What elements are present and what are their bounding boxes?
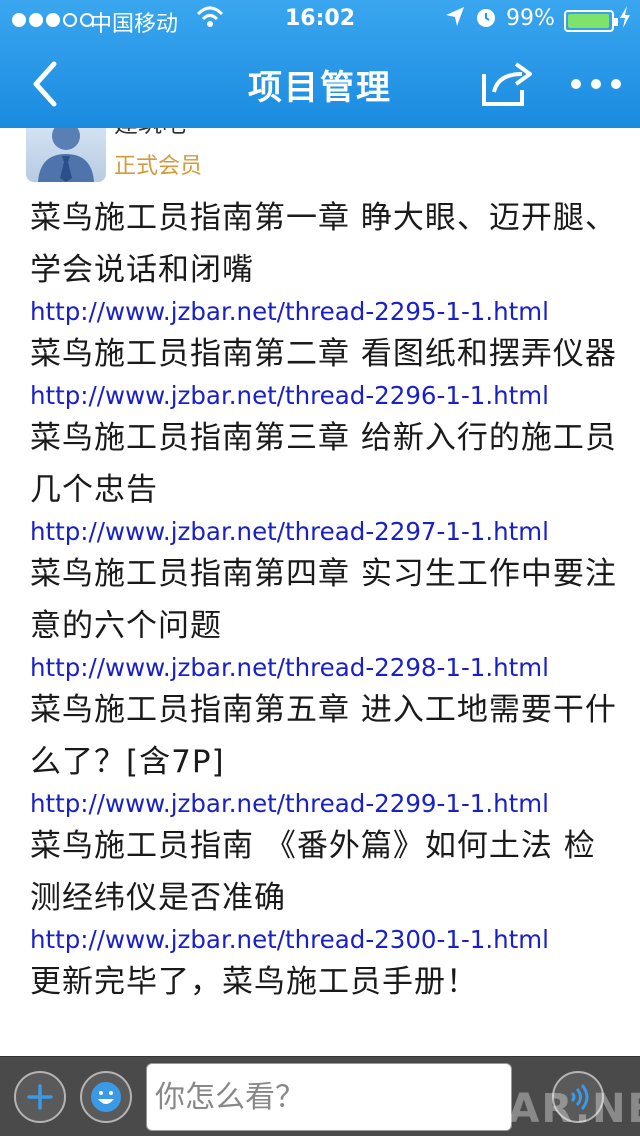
add-attachment-button[interactable]	[14, 1071, 66, 1123]
member-badge: 正式会员	[114, 154, 203, 179]
entry-title: 菜鸟施工员指南第四章 实习生工作中要注意的六个问题	[30, 556, 617, 644]
plus-icon	[27, 1084, 53, 1110]
battery-icon	[564, 10, 618, 32]
entry-link[interactable]: http://www.jzbar.net/thread-2298-1-1.htm…	[30, 652, 620, 684]
share-icon	[482, 62, 532, 106]
status-bar: 中国移动 16:02 99%	[0, 0, 640, 40]
entry-link[interactable]: http://www.jzbar.net/thread-2300-1-1.htm…	[30, 924, 620, 956]
entry-title: 菜鸟施工员指南 《番外篇》如何土法 检测经纬仪是否准确	[30, 828, 596, 916]
top-bar: 中国移动 16:02 99% 项目管理	[0, 0, 640, 128]
entry-link[interactable]: http://www.jzbar.net/thread-2295-1-1.htm…	[30, 296, 620, 328]
closing-text: 更新完毕了，菜鸟施工员手册！	[30, 964, 478, 1000]
entry-title: 菜鸟施工员指南第三章 给新入行的施工员几个忠告	[30, 420, 617, 508]
comment-input[interactable]	[146, 1063, 512, 1131]
post-content[interactable]: 建筑吧 正式会员 菜鸟施工员指南第一章 睁大眼、迈开腿、学会说话和闭嘴 http…	[0, 100, 640, 1056]
alarm-icon	[474, 4, 498, 36]
more-button[interactable]	[566, 62, 626, 106]
battery-percentage: 99%	[506, 6, 555, 31]
page-title: 项目管理	[248, 68, 392, 108]
emoji-icon	[91, 1082, 121, 1112]
entry-link[interactable]: http://www.jzbar.net/thread-2299-1-1.htm…	[30, 788, 620, 820]
post-body: 菜鸟施工员指南第一章 睁大眼、迈开腿、学会说话和闭嘴 http://www.jz…	[30, 192, 620, 1008]
charging-icon	[618, 4, 632, 36]
voice-button[interactable]	[552, 1071, 604, 1123]
more-icon	[571, 79, 621, 89]
share-button[interactable]	[478, 58, 538, 110]
voice-icon	[570, 1084, 589, 1110]
entry-link[interactable]: http://www.jzbar.net/thread-2296-1-1.htm…	[30, 380, 620, 412]
entry-link[interactable]: http://www.jzbar.net/thread-2297-1-1.htm…	[30, 516, 620, 548]
entry-title: 菜鸟施工员指南第五章 进入工地需要干什么了？[含7P]	[30, 692, 617, 780]
entry-title: 菜鸟施工员指南第二章 看图纸和摆弄仪器	[30, 336, 617, 372]
entry-title: 菜鸟施工员指南第一章 睁大眼、迈开腿、学会说话和闭嘴	[30, 200, 617, 288]
comment-bar	[0, 1056, 640, 1136]
location-icon	[444, 4, 466, 36]
emoji-button[interactable]	[80, 1071, 132, 1123]
